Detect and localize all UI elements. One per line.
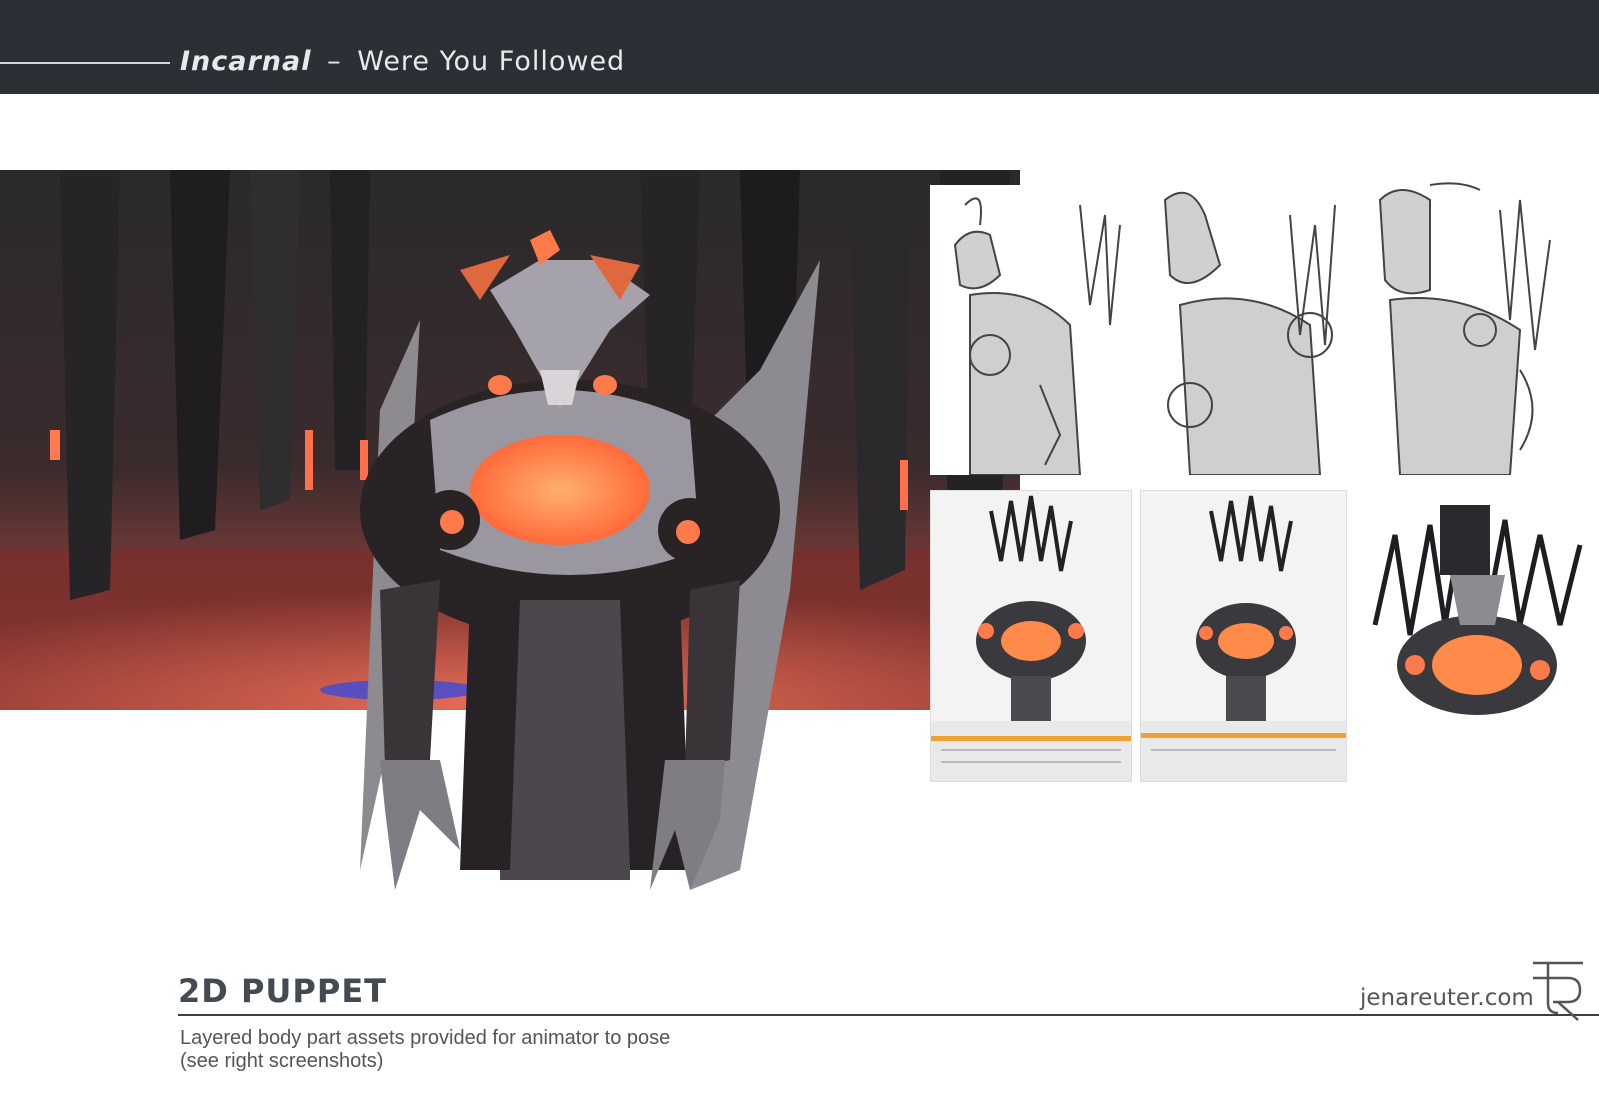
page-header: Incarnal – Were You Followed bbox=[0, 0, 1599, 94]
page-title: Incarnal – Were You Followed bbox=[180, 46, 625, 77]
sketch-image-3 bbox=[1370, 180, 1560, 475]
section-description: Layered body part assets provided for an… bbox=[180, 1027, 670, 1073]
description-line-1: Layered body part assets provided for an… bbox=[180, 1027, 671, 1049]
logo-icon bbox=[1528, 958, 1588, 1028]
title-dash: – bbox=[327, 46, 342, 77]
puppet-screenshot-2 bbox=[1140, 490, 1347, 782]
sketch-image-1 bbox=[930, 185, 1135, 475]
footer-rule bbox=[178, 1014, 1599, 1016]
puppet-screenshot-1 bbox=[930, 490, 1132, 782]
header-rule bbox=[0, 62, 170, 64]
section-title: 2D PUPPET bbox=[178, 972, 387, 1010]
sketch-image-2 bbox=[1150, 185, 1350, 475]
description-line-2: (see right screenshots) bbox=[180, 1050, 384, 1072]
title-project: Incarnal bbox=[180, 46, 312, 77]
title-subtitle: Were You Followed bbox=[357, 46, 626, 77]
website-link[interactable]: jenareuter.com bbox=[1360, 985, 1534, 1011]
main-scene-image bbox=[0, 170, 1020, 910]
puppet-render bbox=[1355, 505, 1599, 720]
